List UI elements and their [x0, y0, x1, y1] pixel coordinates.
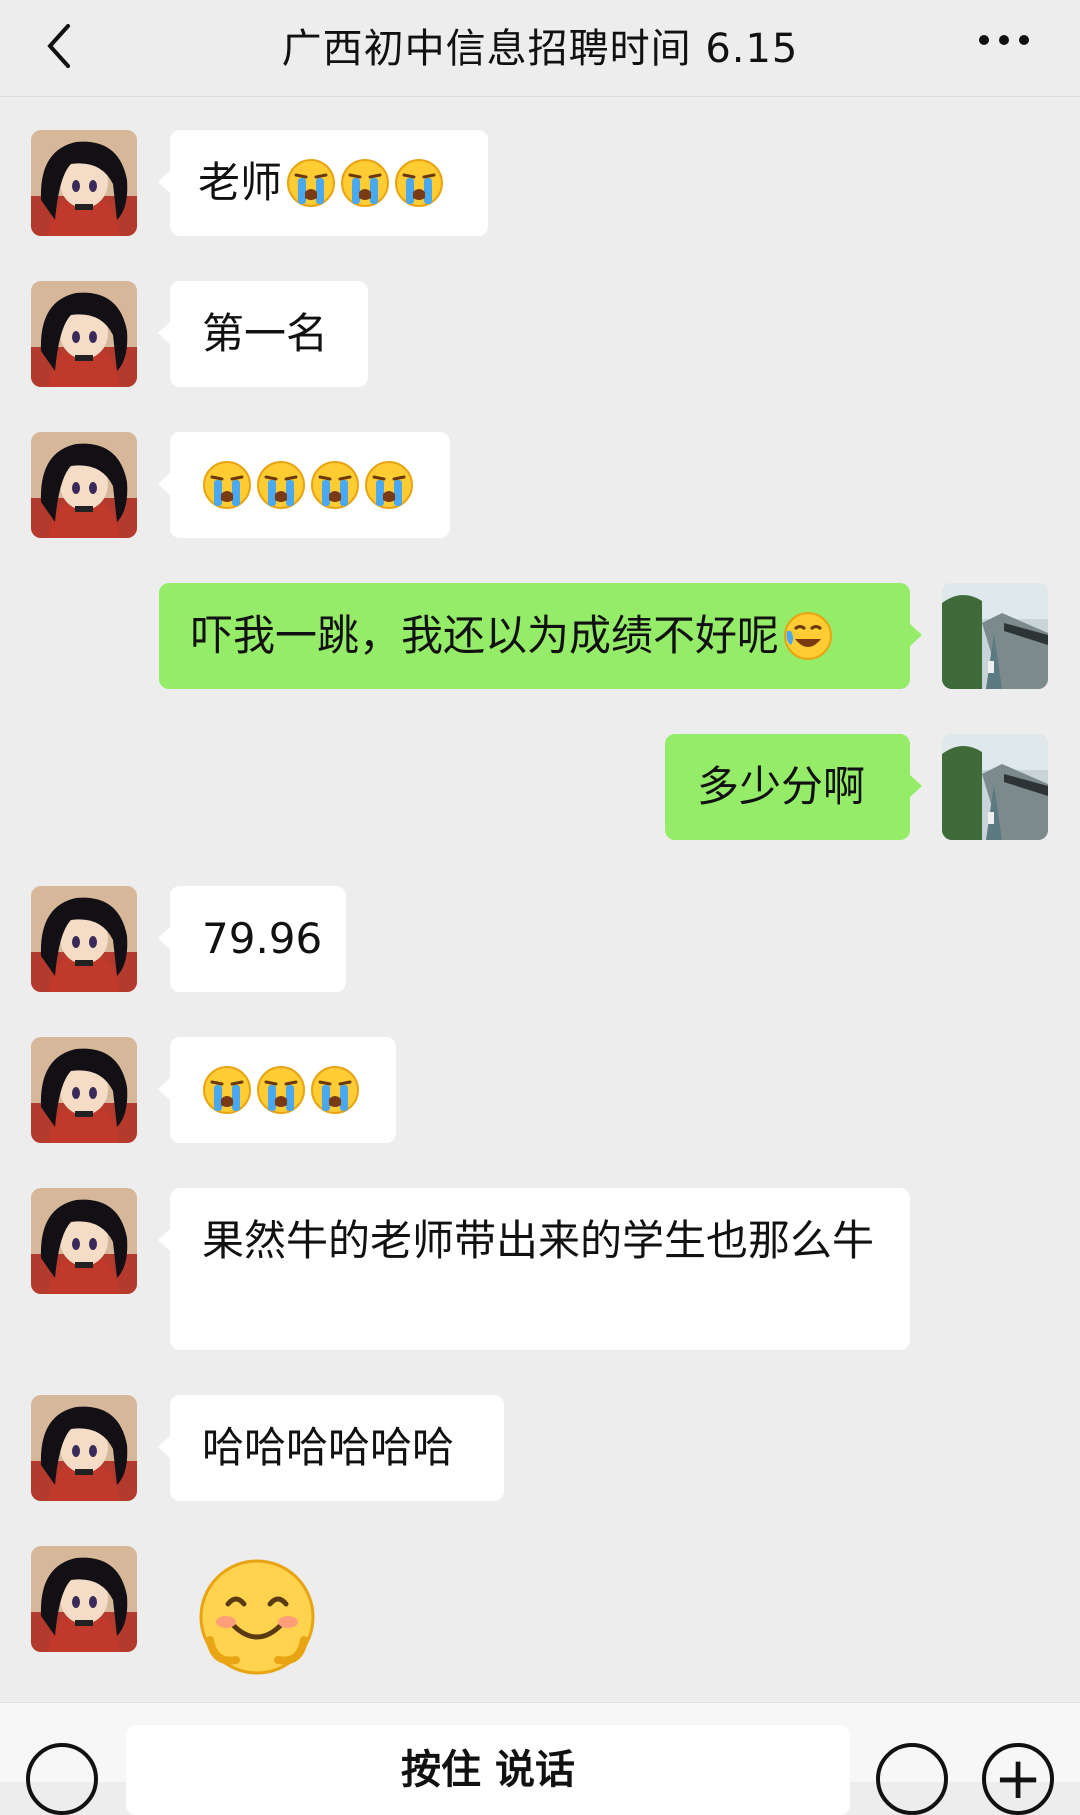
- message-bubble[interactable]: 多少分啊: [665, 734, 922, 840]
- crying-face-icon: [256, 1065, 306, 1115]
- message-bubble[interactable]: 老师: [158, 130, 488, 236]
- crying-face-icon: [286, 158, 336, 208]
- avatar[interactable]: [31, 1188, 137, 1294]
- message-text: 果然牛的老师带出来的学生也那么牛: [202, 1216, 875, 1265]
- smiling-sticker-icon[interactable]: [196, 1556, 318, 1678]
- avatar[interactable]: [31, 130, 137, 236]
- crying-face-icon: [340, 158, 390, 208]
- message-text: 老师: [198, 158, 283, 207]
- avatar[interactable]: [942, 734, 1048, 840]
- message-text: 79.96: [202, 914, 323, 963]
- crying-face-icon: [310, 460, 360, 510]
- message-text: 哈哈哈哈哈哈: [202, 1423, 455, 1472]
- crying-face-icon: [364, 460, 414, 510]
- message-bubble[interactable]: 79.96: [158, 886, 346, 992]
- face-icon[interactable]: [876, 1743, 948, 1815]
- avatar[interactable]: [31, 281, 137, 387]
- avatar[interactable]: [31, 1546, 137, 1652]
- message-bubble[interactable]: [158, 1037, 396, 1143]
- more-horizontal-icon[interactable]: [976, 30, 1032, 50]
- avatar[interactable]: [31, 1395, 137, 1501]
- crying-face-icon: [394, 158, 444, 208]
- chat-header: 广西初中信息招聘时间 6.15: [0, 0, 1080, 97]
- crying-face-icon: [202, 460, 252, 510]
- avatar[interactable]: [31, 432, 137, 538]
- message-bubble[interactable]: 哈哈哈哈哈哈: [158, 1395, 504, 1501]
- chat-title: 广西初中信息招聘时间 6.15: [281, 26, 799, 72]
- message-text: 吓我一跳，我还以为成绩不好呢: [191, 611, 780, 660]
- press-to-talk-button[interactable]: 按住 说话: [126, 1725, 850, 1815]
- laugh-cry-face-icon: [784, 612, 833, 660]
- avatar[interactable]: [31, 886, 137, 992]
- message-bubble[interactable]: [158, 432, 450, 538]
- message-bubble[interactable]: 果然牛的老师带出来的学生也那么牛: [158, 1188, 910, 1350]
- crying-face-icon: [202, 1065, 252, 1115]
- input-toolbar: 按住 说话 +: [0, 1702, 1080, 1815]
- avatar[interactable]: [942, 583, 1048, 689]
- plus-icon[interactable]: +: [982, 1743, 1054, 1815]
- crying-face-icon: [256, 460, 306, 510]
- keyboard-icon[interactable]: [26, 1743, 98, 1815]
- crying-face-icon: [310, 1065, 360, 1115]
- message-text: 第一名: [202, 309, 329, 358]
- message-bubble[interactable]: 第一名: [158, 281, 368, 387]
- message-text: 多少分啊: [697, 762, 866, 811]
- avatar[interactable]: [31, 1037, 137, 1143]
- message-bubble[interactable]: 吓我一跳，我还以为成绩不好呢: [159, 583, 922, 689]
